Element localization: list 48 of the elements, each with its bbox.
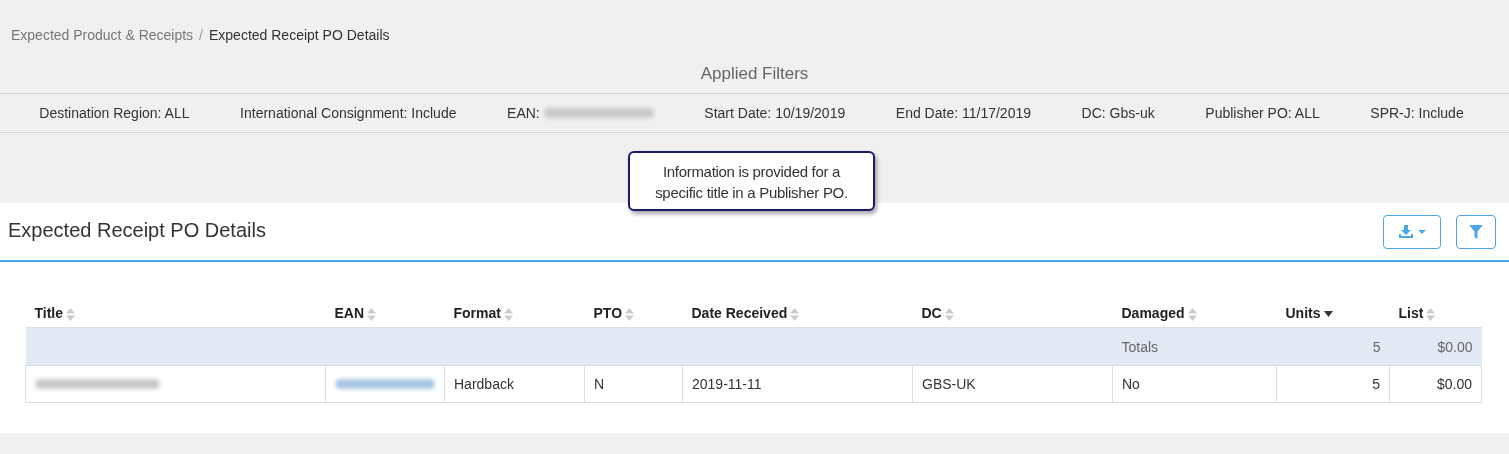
filter-label: Publisher PO: ALL — [1205, 105, 1320, 121]
filter-label: Start Date: 10/19/2019 — [704, 105, 846, 121]
breadcrumb-separator: / — [199, 27, 203, 43]
filter-label: End Date: 11/17/2019 — [895, 105, 1031, 121]
filter-button[interactable] — [1456, 214, 1496, 249]
column-header[interactable]: Units — [1285, 305, 1321, 321]
redacted-link[interactable] — [335, 379, 435, 389]
column-header[interactable]: EAN — [334, 305, 365, 321]
table-cell: GBS-UK — [922, 376, 976, 392]
sort-icon[interactable] — [1426, 307, 1436, 321]
sort-descending-icon[interactable] — [1323, 311, 1333, 318]
sort-icon[interactable] — [367, 307, 377, 321]
table-cell: $0.00 — [1436, 376, 1472, 392]
download-icon — [1398, 225, 1413, 238]
table-cell: 5 — [1372, 376, 1380, 392]
table-cell: 2019-11-11 — [692, 376, 762, 392]
table-cell: No — [1122, 376, 1140, 392]
filter-label: DC: Gbs-uk — [1081, 105, 1155, 121]
breadcrumb-item: Expected Receipt PO Details — [209, 27, 390, 43]
column-header[interactable]: DC — [921, 305, 942, 321]
sort-icon[interactable] — [790, 307, 800, 321]
totals-units: 5 — [1372, 338, 1381, 355]
column-header[interactable]: Damaged — [1121, 305, 1185, 321]
tooltip: Information is provided for a specific title in a Publisher PO. — [628, 151, 875, 211]
sort-icon[interactable] — [66, 307, 76, 321]
sort-icon[interactable] — [503, 307, 513, 321]
filter-label: SPR-J: Include — [1370, 105, 1464, 121]
column-header[interactable]: Title — [34, 305, 64, 321]
sort-icon[interactable] — [944, 307, 954, 321]
funnel-icon — [1469, 224, 1483, 239]
filters-title: Applied Filters — [700, 64, 809, 83]
table-cell: N — [594, 376, 605, 392]
totals-list: $0.00 — [1437, 338, 1473, 355]
table-cell: Hardback — [454, 376, 514, 392]
panel-title: Expected Receipt PO Details — [8, 219, 267, 242]
download-button[interactable] — [1383, 214, 1441, 249]
sort-icon[interactable] — [1187, 307, 1197, 321]
filter-label: International Consignment: Include — [240, 105, 457, 121]
column-header[interactable]: Date Received — [691, 305, 788, 321]
caret-icon — [1417, 229, 1426, 234]
filter-label: Destination Region: ALL — [39, 105, 190, 121]
filter-label: EAN: — [507, 105, 540, 121]
sort-icon[interactable] — [625, 307, 635, 321]
breadcrumb-item[interactable]: Expected Product & Receipts — [11, 27, 194, 43]
column-header[interactable]: Format — [453, 305, 501, 321]
column-header[interactable]: List — [1398, 305, 1424, 321]
column-header[interactable]: PTO — [593, 305, 623, 321]
totals-label: Totals — [1121, 338, 1159, 355]
